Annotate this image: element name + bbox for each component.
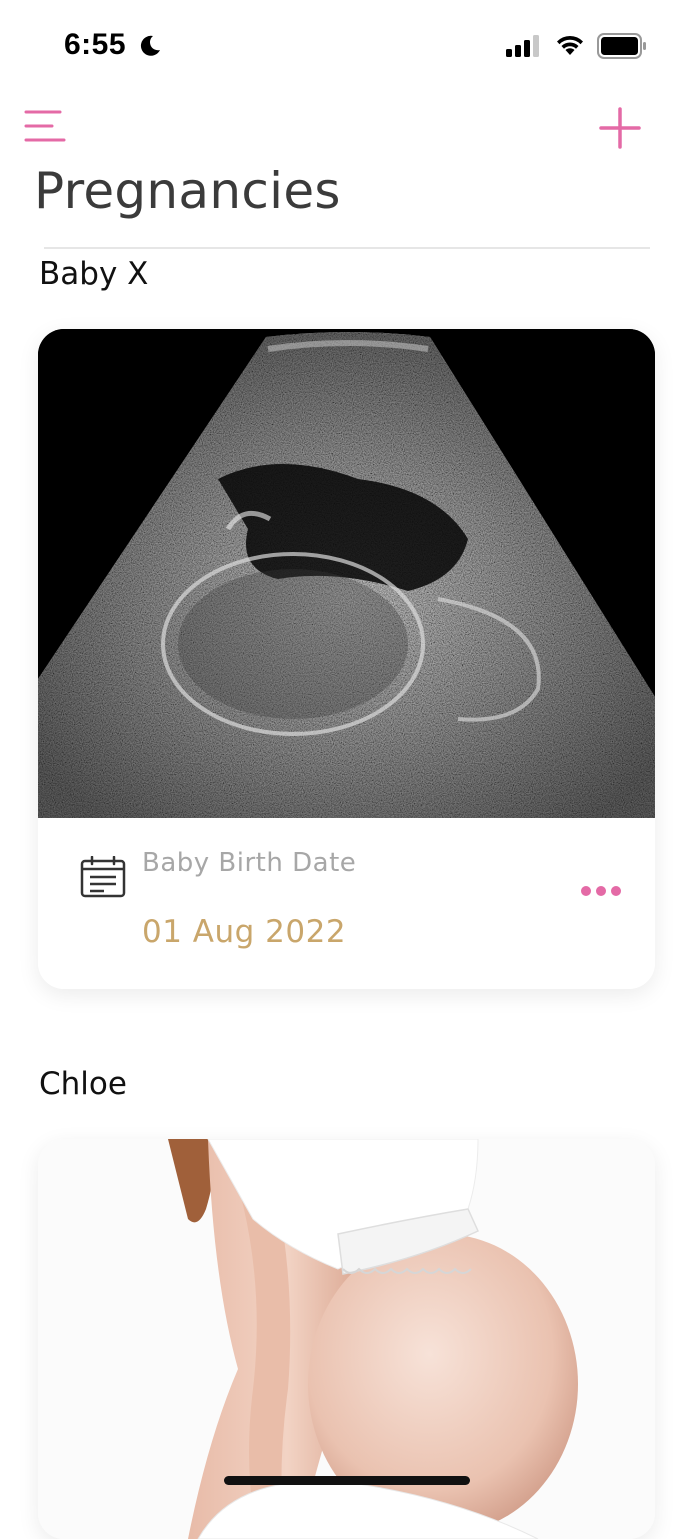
battery-icon <box>597 33 646 59</box>
status-bar: 6:55 <box>0 0 693 90</box>
birth-date-label: Baby Birth Date <box>142 848 357 878</box>
ultrasound-image <box>38 329 655 818</box>
cellular-signal-icon <box>506 35 539 57</box>
pregnancy-card[interactable]: Baby Birth Date 01 Aug 2022 <box>38 329 655 989</box>
pregnancy-name: Baby X <box>39 256 149 292</box>
wifi-icon <box>557 35 583 55</box>
status-time: 6:55 <box>64 28 127 61</box>
moon-icon <box>140 35 160 56</box>
more-horizontal-icon[interactable] <box>578 878 624 904</box>
page-title: Pregnancies <box>34 162 341 220</box>
hamburger-menu-icon[interactable] <box>24 108 66 146</box>
pregnancy-details: Baby Birth Date 01 Aug 2022 <box>38 818 655 989</box>
calendar-icon <box>80 856 126 898</box>
plus-icon[interactable] <box>598 106 642 150</box>
title-divider <box>44 247 650 249</box>
pregnancy-name: Chloe <box>39 1066 127 1102</box>
home-indicator[interactable] <box>224 1476 470 1485</box>
birth-date-value: 01 Aug 2022 <box>142 914 347 950</box>
